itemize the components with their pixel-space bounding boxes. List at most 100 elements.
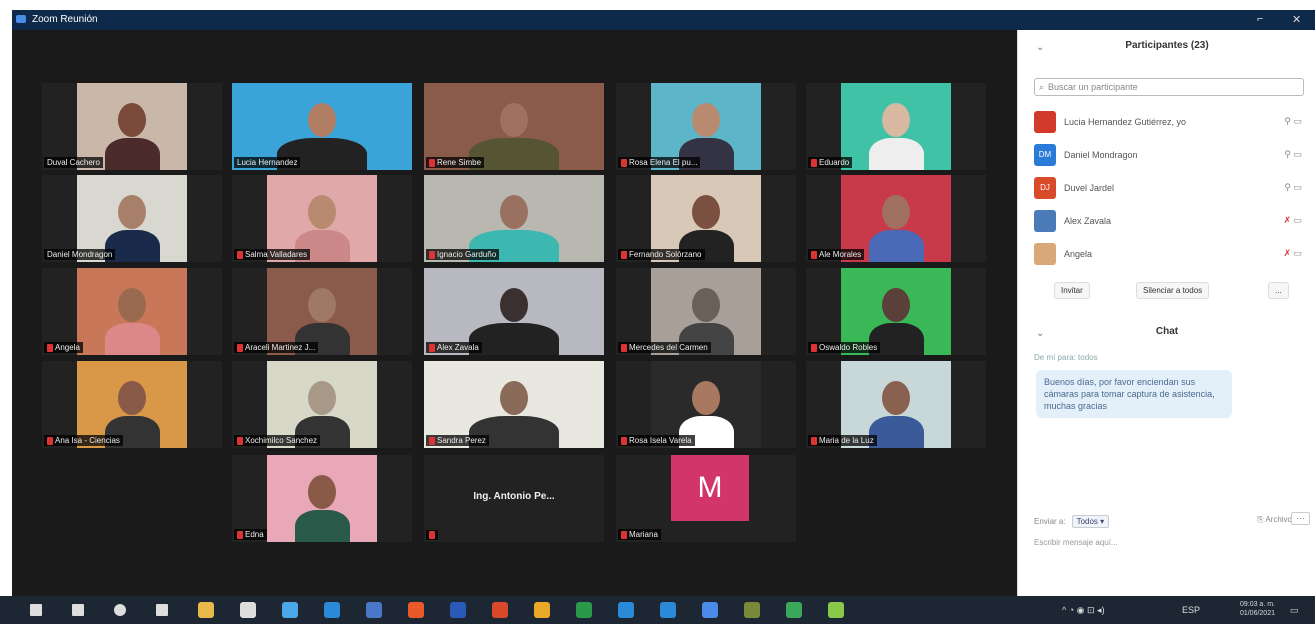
video-tile[interactable]: Duval Cachero xyxy=(42,83,222,170)
search-icon[interactable] xyxy=(72,604,84,616)
participant-avatar xyxy=(1034,242,1056,265)
video-tile[interactable]: Eduardo xyxy=(806,83,986,170)
participant-list-name: Duvel Jardel xyxy=(1064,182,1115,193)
app-icon[interactable] xyxy=(786,602,802,618)
participant-row[interactable]: DM Daniel Mondragon ⚲ ▭ xyxy=(1034,138,1304,171)
excel-icon[interactable] xyxy=(576,602,592,618)
chat-more-button[interactable]: ⋯ xyxy=(1291,512,1310,525)
person-face xyxy=(882,288,910,322)
person-face xyxy=(882,195,910,229)
participant-name: Maria de la Luz xyxy=(819,436,874,445)
tray-language[interactable]: ESP xyxy=(1182,605,1200,615)
powerpoint-icon[interactable] xyxy=(492,602,508,618)
person-face xyxy=(308,381,336,415)
skype-icon[interactable] xyxy=(618,602,634,618)
video-tile[interactable]: Rosa Isela Varela xyxy=(616,361,796,448)
person-body xyxy=(294,510,350,542)
video-tile[interactable]: Edna xyxy=(232,455,412,542)
video-tile[interactable]: Sandra Perez xyxy=(424,361,604,448)
clock[interactable]: 09:03 a. m. 01/06/2021 xyxy=(1240,600,1275,618)
video-tile[interactable]: Fernando Solórzano xyxy=(616,175,796,262)
file-button[interactable]: ⎘ Archivo xyxy=(1257,515,1292,525)
participant-row[interactable]: Alex Zavala ✗ ▭ xyxy=(1034,204,1304,237)
app-icon-2[interactable] xyxy=(828,602,844,618)
video-tile[interactable]: Ing. Antonio Pe... xyxy=(424,455,604,542)
task-view-icon[interactable] xyxy=(156,604,168,616)
video-tile[interactable]: Salma Valladares xyxy=(232,175,412,262)
file-explorer-icon[interactable] xyxy=(198,602,214,618)
participant-name: Daniel Mondragon xyxy=(47,250,113,259)
participant-list: Lucia Hernandez Gutiérrez, yo ⚲ ▭ DM Daniel… xyxy=(1034,105,1304,270)
word-icon[interactable] xyxy=(450,602,466,618)
video-tile[interactable]: Lucia Hernandez xyxy=(232,83,412,170)
participant-avatar xyxy=(1034,209,1056,232)
chat-input[interactable]: Escribir mensaje aquí... xyxy=(1034,538,1118,547)
participant-name: Oswaldo Robles xyxy=(819,343,878,352)
video-tile[interactable]: Araceli Martinez J... xyxy=(232,268,412,355)
participant-row[interactable]: Lucia Hernandez Gutiérrez, yo ⚲ ▭ xyxy=(1034,105,1304,138)
close-button[interactable]: ✕ xyxy=(1292,13,1301,26)
participant-name: Angela xyxy=(55,343,80,352)
chrome-icon[interactable] xyxy=(534,602,550,618)
participant-search-input[interactable]: ⌕ Buscar un participante xyxy=(1034,78,1304,96)
video-tile[interactable]: M Mariana xyxy=(616,455,796,542)
participant-avatar: DM xyxy=(1034,143,1056,166)
muted-mic-icon xyxy=(621,158,627,167)
send-to-label: Enviar a: xyxy=(1034,517,1066,526)
mic-camera-icons[interactable]: ⚲ ▭ xyxy=(1284,149,1302,160)
tray-icons[interactable]: ^ ◔ ◉ ⊡ ◂) xyxy=(1062,605,1105,616)
mic-camera-icons[interactable]: ⚲ ▭ xyxy=(1284,182,1302,193)
chat-title: Chat xyxy=(1155,326,1179,337)
muted-mic-icon xyxy=(811,436,817,445)
minimize-button[interactable]: ⌐ xyxy=(1257,13,1263,25)
weather-icon[interactable] xyxy=(282,602,298,618)
calculator-icon[interactable] xyxy=(744,602,760,618)
edge-icon[interactable] xyxy=(324,602,340,618)
video-tile[interactable]: Oswaldo Robles xyxy=(806,268,986,355)
video-tile[interactable]: Xochimilco Sanchez xyxy=(232,361,412,448)
participant-name: Alex Zavala xyxy=(437,343,479,352)
person-face xyxy=(882,381,910,415)
person-face xyxy=(118,103,146,137)
cortana-icon[interactable] xyxy=(114,604,126,616)
mic-camera-icons[interactable]: ⚲ ▭ xyxy=(1284,116,1302,127)
participant-row[interactable]: Angela ✗ ▭ xyxy=(1034,237,1304,270)
participant-name: Fernando Solórzano xyxy=(629,250,702,259)
person-face xyxy=(308,195,336,229)
video-tile[interactable]: Mercedes del Carmen xyxy=(616,268,796,355)
participant-row[interactable]: DJ Duvel Jardel ⚲ ▭ xyxy=(1034,171,1304,204)
video-tile[interactable]: Daniel Mondragon xyxy=(42,175,222,262)
person-body xyxy=(868,230,924,262)
person-face xyxy=(308,288,336,322)
muted-mic-icon xyxy=(621,343,627,352)
store-icon[interactable] xyxy=(240,602,256,618)
video-tile[interactable]: Alex Zavala xyxy=(424,268,604,355)
video-tile[interactable]: Rene Simbe xyxy=(424,83,604,170)
zoom-icon[interactable] xyxy=(660,602,676,618)
notepad-icon[interactable] xyxy=(366,602,382,618)
video-tile[interactable]: Ana Isa - Ciencias xyxy=(42,361,222,448)
video-tile[interactable]: Angela xyxy=(42,268,222,355)
participant-name: Ana Isa - Ciencias xyxy=(55,436,120,445)
video-tile[interactable]: Ale Morales xyxy=(806,175,986,262)
mic-camera-icons[interactable]: ✗ ▭ xyxy=(1283,215,1302,226)
video-tile[interactable]: Ignacio Garduño xyxy=(424,175,604,262)
zoom-meeting-icon[interactable] xyxy=(702,602,718,618)
more-button[interactable]: ... xyxy=(1268,282,1289,299)
search-placeholder: Buscar un participante xyxy=(1048,82,1138,92)
video-tile[interactable]: Maria de la Luz xyxy=(806,361,986,448)
notification-icon[interactable]: ▭ xyxy=(1290,605,1299,616)
muted-mic-icon xyxy=(237,250,243,259)
taskbar: ^ ◔ ◉ ⊡ ◂) ESP 09:03 a. m. 01/06/2021 ▭ xyxy=(0,596,1315,624)
send-to-dropdown[interactable]: Todos ▾ xyxy=(1071,515,1110,528)
muted-mic-icon xyxy=(237,436,243,445)
video-tile[interactable]: Rosa Elena El pu... xyxy=(616,83,796,170)
firefox-icon[interactable] xyxy=(408,602,424,618)
muted-mic-icon xyxy=(811,158,817,167)
invite-button[interactable]: Invitar xyxy=(1054,282,1090,299)
person-body xyxy=(104,138,160,170)
mute-all-button[interactable]: Silenciar a todos xyxy=(1136,282,1210,299)
mic-camera-icons[interactable]: ✗ ▭ xyxy=(1283,248,1302,259)
windows-start-icon[interactable] xyxy=(30,604,42,616)
search-icon: ⌕ xyxy=(1039,81,1045,92)
